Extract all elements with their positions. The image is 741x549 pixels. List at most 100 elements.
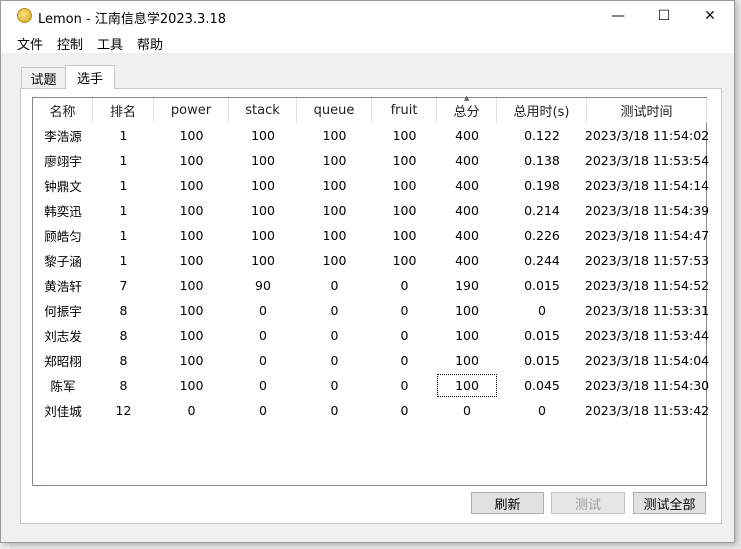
tab-contestants[interactable]: 选手 xyxy=(65,65,115,89)
menu-help[interactable]: 帮助 xyxy=(137,34,163,53)
table-row[interactable]: 廖翊宇 1 100 100 100 100 400 0.138 2023/3/18 11:53:… xyxy=(33,148,710,173)
table-row[interactable]: 顾皓匀 1 100 100 100 100 400 0.226 2023/3/18 11:54:… xyxy=(33,223,709,248)
tab-problems[interactable]: 试题 xyxy=(21,67,66,88)
cell-power: 100 xyxy=(179,153,204,168)
column-header-rank[interactable]: 排名 xyxy=(93,98,154,123)
cell-total-score: 400 xyxy=(455,253,479,268)
refresh-button[interactable]: 刷新 xyxy=(471,492,544,514)
cell-rank: 1 xyxy=(119,128,128,143)
cell-power: 100 xyxy=(179,353,204,368)
cell-test-time: 2023/3/18 11:53:42 xyxy=(584,403,710,418)
cell-name: 刘佳城 xyxy=(44,404,82,419)
cell-stack: 100 xyxy=(251,253,275,268)
lemon-app-icon xyxy=(17,8,32,23)
cell-total-score: 100 xyxy=(455,353,479,368)
table-row[interactable]: 李浩源 1 100 100 100 100 400 0.122 2023/3/18 11:54:… xyxy=(33,123,709,148)
column-header-power[interactable]: power xyxy=(154,98,229,123)
test-all-button[interactable]: 测试全部 xyxy=(633,492,706,514)
cell-total-time: 0.198 xyxy=(524,178,560,193)
cell-queue: 0 xyxy=(330,353,339,368)
table-row[interactable]: 韩奕迅 1 100 100 100 100 400 0.214 2023/3/18 11:54:… xyxy=(33,198,710,223)
cell-total-time: 0.045 xyxy=(524,378,560,393)
table-row[interactable]: 黄浩轩 7 100 90 0 0 190 0.015 2023/3/18 11:54:52 xyxy=(33,273,710,298)
table-row[interactable]: 刘志发 8 100 0 0 0 100 0.015 2023/3/18 11:53:44 xyxy=(33,323,709,348)
cell-total-time: 0 xyxy=(538,403,546,418)
cell-queue: 100 xyxy=(322,253,347,268)
cell-name: 刘志发 xyxy=(44,329,82,344)
title-bar[interactable]: Lemon - 江南信息学2023.3.18 — ☐ ✕ xyxy=(1,1,734,31)
cell-total-time: 0.214 xyxy=(524,203,560,218)
cell-power: 100 xyxy=(179,178,204,193)
column-header-stack[interactable]: stack xyxy=(229,98,297,123)
cell-fruit: 0 xyxy=(400,353,409,368)
cell-test-time: 2023/3/18 11:53:54 xyxy=(584,153,710,168)
cell-queue: 0 xyxy=(330,303,339,318)
table-row[interactable]: 郑昭栩 8 100 0 0 0 100 0.015 2023/3/18 11:54:04 xyxy=(33,348,709,373)
cell-name: 钟鼎文 xyxy=(44,179,82,194)
cell-test-time: 2023/3/18 11:54:30 xyxy=(584,378,710,393)
cell-name: 李浩源 xyxy=(44,129,82,144)
cell-rank: 8 xyxy=(119,378,128,393)
column-header-test-time[interactable]: 测试时间 xyxy=(587,98,707,123)
cell-test-time: 2023/3/18 11:54:39 xyxy=(584,203,710,218)
menu-file[interactable]: 文件 xyxy=(17,34,43,53)
cell-stack: 100 xyxy=(251,203,275,218)
column-header-fruit[interactable]: fruit xyxy=(372,98,437,123)
cell-fruit: 0 xyxy=(400,403,409,418)
cell-test-time: 2023/3/18 11:57:53 xyxy=(584,253,710,268)
cell-fruit: 0 xyxy=(400,303,409,318)
column-header-queue[interactable]: queue xyxy=(297,98,372,123)
maximize-button[interactable]: ☐ xyxy=(641,1,687,31)
cell-stack: 90 xyxy=(255,278,271,293)
cell-total-score: 400 xyxy=(455,203,479,218)
cell-fruit: 100 xyxy=(392,178,417,193)
column-header-total-time[interactable]: 总用时(s) xyxy=(497,98,587,123)
cell-queue: 100 xyxy=(322,228,347,243)
cell-rank: 1 xyxy=(119,203,128,218)
cell-power: 100 xyxy=(179,303,204,318)
cell-stack: 0 xyxy=(259,378,267,393)
cell-fruit: 100 xyxy=(392,153,417,168)
cell-queue: 0 xyxy=(330,278,339,293)
cell-power: 100 xyxy=(179,378,204,393)
cell-fruit: 0 xyxy=(400,328,409,343)
cell-queue: 0 xyxy=(330,328,339,343)
cell-test-time: 2023/3/18 11:53:31 xyxy=(584,303,710,318)
test-button[interactable]: 测试 xyxy=(551,492,625,514)
cell-stack: 100 xyxy=(251,228,275,243)
cell-total-score: 400 xyxy=(455,153,479,168)
table-row[interactable]: 刘佳城 12 0 0 0 0 0 0 2023/3/18 11:53:42 xyxy=(33,398,710,423)
table-row[interactable]: 陈军 8 100 0 0 0 100 0.045 2023/3/18 11:54:30 xyxy=(33,373,710,398)
cell-power: 100 xyxy=(179,128,204,143)
table-row[interactable]: 钟鼎文 1 100 100 100 100 400 0.198 2023/3/18 11:54:… xyxy=(33,173,710,198)
table-row[interactable]: 黎子涵 1 100 100 100 100 400 0.244 2023/3/18 11:57:… xyxy=(33,248,710,273)
minimize-button[interactable]: — xyxy=(595,1,641,31)
cell-stack: 0 xyxy=(259,328,267,343)
cell-total-time: 0.122 xyxy=(524,128,560,143)
cell-fruit: 100 xyxy=(392,253,417,268)
cell-rank: 12 xyxy=(115,403,132,418)
cell-name: 黎子涵 xyxy=(44,254,82,269)
cell-rank: 1 xyxy=(119,178,128,193)
cell-fruit: 0 xyxy=(400,278,409,293)
minimize-icon: — xyxy=(611,8,625,24)
cell-name: 何振宇 xyxy=(44,304,82,319)
cell-power: 100 xyxy=(179,228,204,243)
table-row[interactable]: 何振宇 8 100 0 0 0 100 0 2023/3/18 11:53:31 xyxy=(33,298,710,323)
column-header-name[interactable]: 名称 xyxy=(33,98,93,123)
cell-fruit: 100 xyxy=(392,203,417,218)
cell-queue: 0 xyxy=(330,378,339,393)
menu-control[interactable]: 控制 xyxy=(57,34,83,53)
cell-total-time: 0.015 xyxy=(524,353,560,368)
cell-fruit: 100 xyxy=(392,228,417,243)
menu-tools[interactable]: 工具 xyxy=(97,34,123,53)
cell-stack: 100 xyxy=(251,153,275,168)
cell-power: 0 xyxy=(187,403,196,418)
close-button[interactable]: ✕ xyxy=(687,1,733,31)
cell-total-score: 100 xyxy=(455,303,479,318)
cell-power: 100 xyxy=(179,203,204,218)
cell-rank: 8 xyxy=(119,303,128,318)
cell-test-time: 2023/3/18 11:54:14 xyxy=(584,178,710,193)
cell-total-score: 0 xyxy=(463,403,471,418)
cell-test-time: 2023/3/18 11:54:52 xyxy=(584,278,710,293)
